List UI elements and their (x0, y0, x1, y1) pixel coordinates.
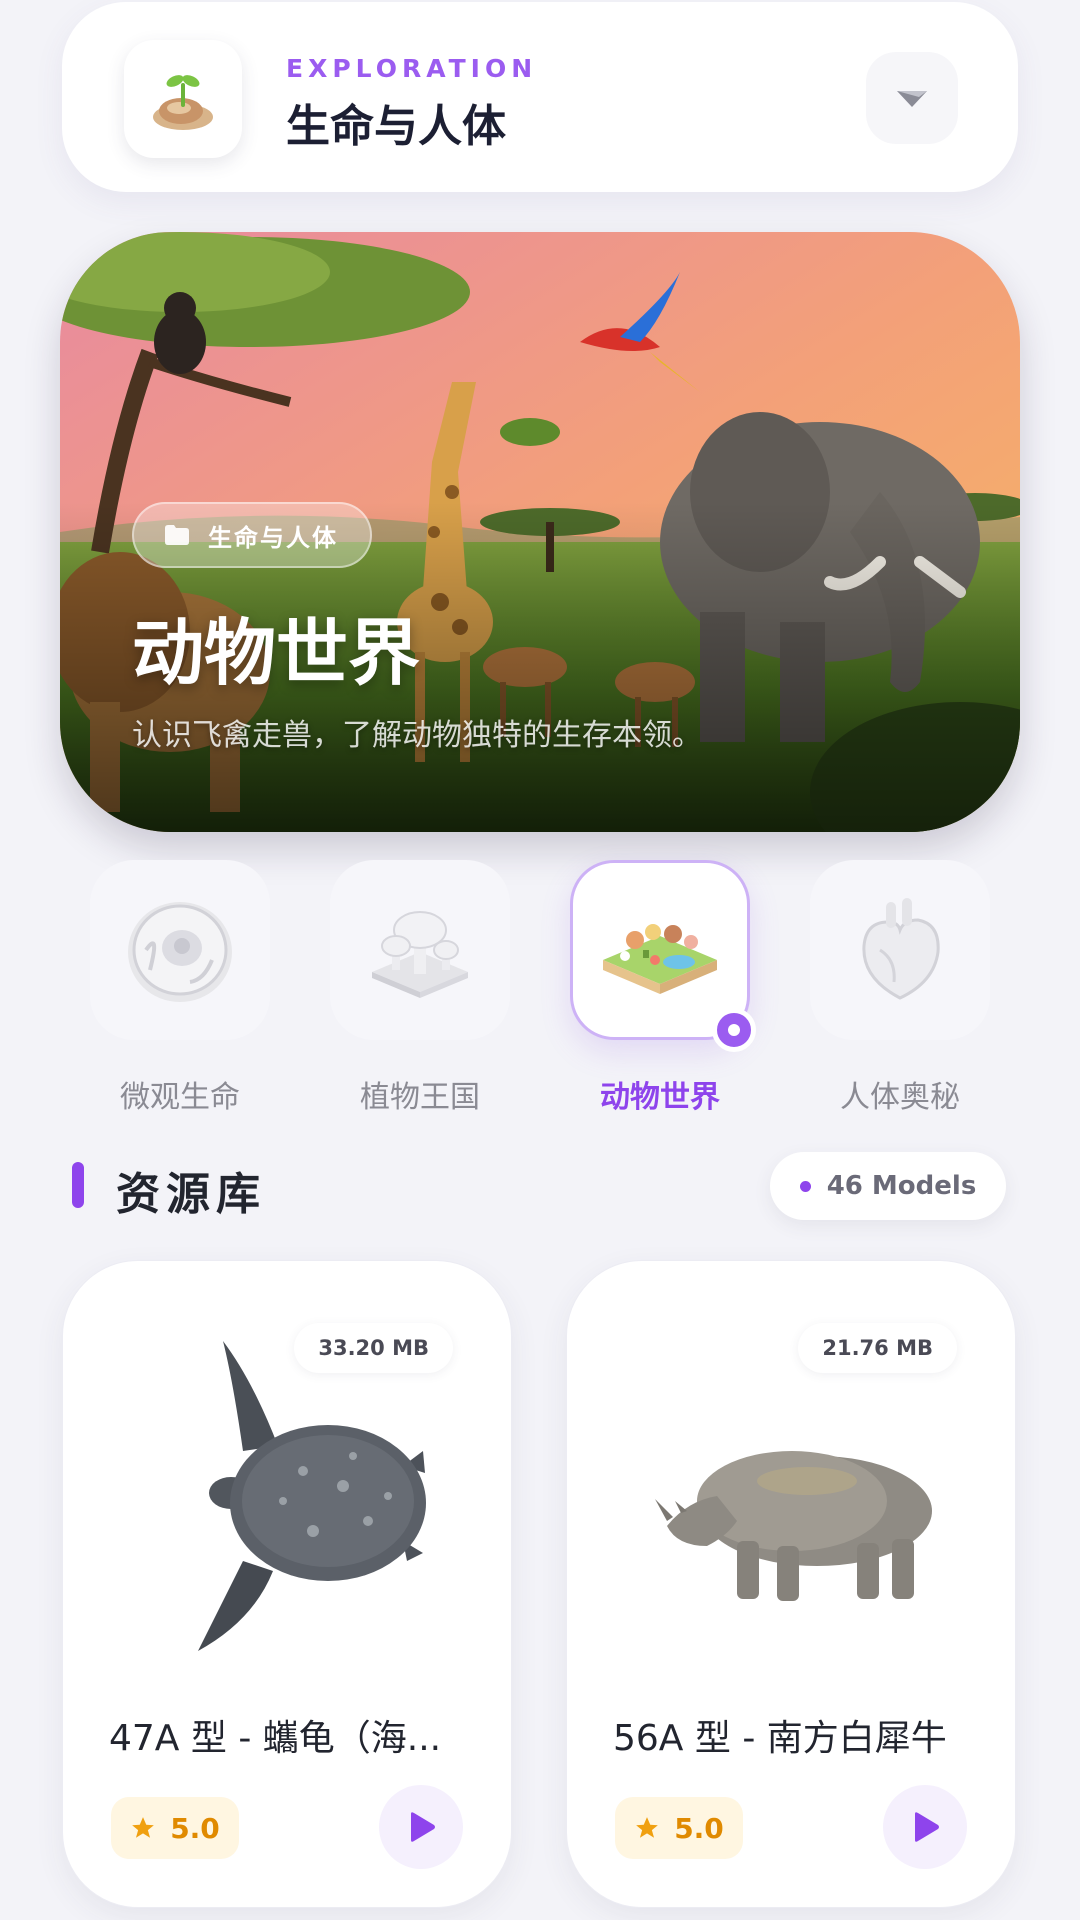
model-name: 47A 型 - 蠵龟（海... (109, 1718, 442, 1759)
star-icon (132, 1817, 155, 1838)
cell-icon (128, 902, 232, 1002)
category-label: 人体奥秘 (840, 1080, 960, 1115)
file-size-badge: 33.20 MB (294, 1323, 453, 1373)
category-dropdown-button[interactable] (866, 52, 958, 144)
animal-diorama-icon (603, 924, 717, 994)
page-title: 生命与人体 (286, 101, 506, 152)
model-name: 56A 型 - 南方白犀牛 (613, 1718, 947, 1759)
hero-description: 认识飞禽走兽，了解动物独特的生存本领。 (132, 718, 702, 753)
category-tile (330, 860, 510, 1040)
star-icon (636, 1817, 659, 1838)
hero-category-chip[interactable]: 生命与人体 (132, 502, 372, 568)
category-label: 微观生命 (120, 1080, 240, 1115)
category-label: 植物王国 (360, 1080, 480, 1115)
model-card[interactable]: 33.20 MB 47A 型 - 蠵龟（海... 5.0 (62, 1260, 512, 1908)
sprout-seed-icon (153, 75, 213, 130)
category-tabs: 微观生命 植物王国 动物世界 人体奥秘 (0, 860, 1080, 1120)
rating-badge: 5.0 (111, 1797, 239, 1859)
category-label: 动物世界 (600, 1080, 720, 1115)
section-title: 资源库 (116, 1169, 266, 1220)
mushroom-icon (372, 911, 468, 998)
heart-organ-icon (862, 898, 940, 1000)
play-button[interactable] (883, 1785, 967, 1869)
category-tile (810, 860, 990, 1040)
page: EXPLORATION 生命与人体 生命与人体 动物世界 认识飞禽走兽，了解动物… (0, 0, 1080, 1920)
hero-banner[interactable]: 生命与人体 动物世界 认识飞禽走兽，了解动物独特的生存本领。 (60, 232, 1020, 832)
rating-value: 5.0 (674, 1811, 724, 1845)
active-indicator (712, 1008, 756, 1052)
play-icon (915, 1812, 939, 1842)
section-accent-bar (72, 1162, 84, 1208)
status-dot (799, 1180, 811, 1192)
play-button[interactable] (379, 1785, 463, 1869)
model-card[interactable]: 21.76 MB 56A 型 - 南方白犀牛 5.0 (566, 1260, 1016, 1908)
chevron-down-icon (897, 91, 927, 107)
models-count-label: 46 Models (826, 1171, 977, 1201)
hero-chip-label: 生命与人体 (208, 523, 338, 552)
play-icon (411, 1812, 435, 1842)
hero-title: 动物世界 (132, 611, 421, 695)
rating-value: 5.0 (170, 1811, 220, 1845)
app-logo (124, 40, 242, 158)
folder-icon (165, 525, 189, 545)
header-card: EXPLORATION 生命与人体 (62, 2, 1018, 192)
rating-badge: 5.0 (615, 1797, 743, 1859)
file-size-badge: 21.76 MB (798, 1323, 957, 1373)
models-count-badge: 46 Models (770, 1152, 1006, 1220)
header-kicker: EXPLORATION (286, 54, 538, 83)
category-tile (90, 860, 270, 1040)
